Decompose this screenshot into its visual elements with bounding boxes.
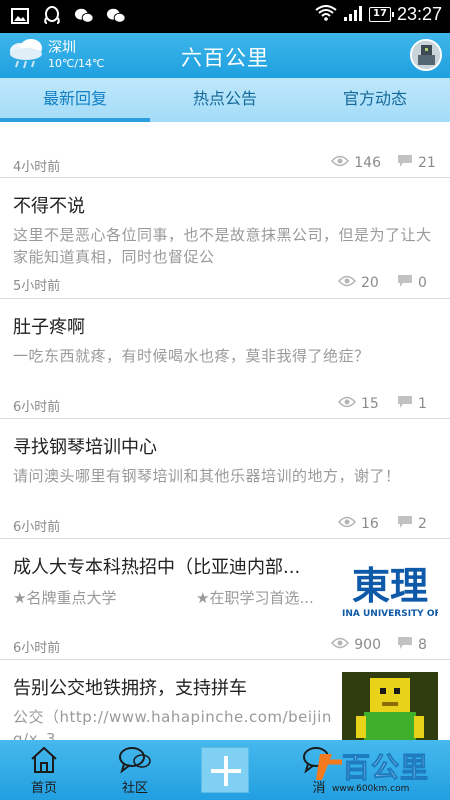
reply-count: 21 (418, 155, 436, 171)
eye-icon (337, 396, 357, 412)
comment-icon (397, 515, 413, 533)
post-title: 告别公交地铁拥挤，支持拼车 (13, 678, 247, 699)
clock: 23:27 (396, 4, 442, 24)
app-header: 深圳 10℃/14℃ 六百公里 (0, 33, 450, 78)
nav-home-label: 首页 (30, 781, 57, 796)
post-time: 6小时前 (13, 400, 61, 415)
thumbnail-caption: INA UNIVERSITY OF S (342, 609, 438, 619)
watermark-url: www.600km.com (332, 784, 410, 794)
post-stats: 146 21 (331, 154, 438, 172)
tab-official-news[interactable]: 官方动态 (300, 78, 450, 122)
system-status: 17 23:27 (315, 4, 442, 25)
qq-icon (42, 6, 62, 26)
plus-icon (211, 756, 241, 790)
list-item[interactable]: 肚子疼啊 一吃东西就疼，有时候喝水也疼，莫非我得了绝症？ 6小时前 15 1 (0, 299, 450, 419)
user-avatar-image (412, 41, 440, 69)
site-watermark: 百公里 www.600km.com (312, 746, 446, 798)
page-title: 六百公里 (181, 46, 269, 70)
post-time: 6小时前 (13, 520, 61, 535)
tab-bar: 最新回复 热点公告 官方动态 (0, 78, 450, 122)
post-time: 6小时前 (13, 641, 61, 656)
post-thumbnail[interactable] (342, 672, 438, 740)
watermark-text: 百公里 (341, 751, 430, 785)
comment-icon (397, 154, 413, 172)
post-time: 4小时前 (13, 160, 61, 175)
post-list[interactable]: 4小时前 146 21 不得不说 这里不是恶心各位同事，也不是故意抹黑公司，但是… (0, 122, 450, 740)
new-post-button[interactable] (201, 747, 249, 793)
post-title: 寻找钢琴培训中心 (13, 437, 157, 458)
battery-icon: 17 (368, 7, 394, 22)
comment-icon (397, 395, 413, 413)
nav-community-label: 社区 (121, 781, 148, 796)
eye-icon (337, 516, 357, 532)
reply-count: 1 (418, 396, 427, 412)
post-stats: 15 1 (337, 395, 438, 413)
eye-icon (337, 275, 357, 291)
view-count: 15 (361, 396, 379, 412)
post-stats: 900 8 (331, 636, 438, 654)
list-item[interactable]: 不得不说 这里不是恶心各位同事，也不是故意抹黑公司，但是为了让大家能知道真相，同… (0, 178, 450, 299)
reply-count: 0 (418, 275, 427, 291)
post-title: 肚子疼啊 (13, 317, 85, 338)
post-summary: 公交（http://www.hahapinche.com/beijing/x_3… (13, 708, 332, 740)
signal-icon (343, 5, 363, 25)
post-summary: 一吃东西就疼，有时候喝水也疼，莫非我得了绝症？ (13, 347, 370, 365)
home-icon (29, 746, 59, 778)
view-count: 16 (361, 516, 379, 532)
thumbnail-logo-text: 東理 (351, 563, 428, 608)
notification-icons (10, 6, 126, 26)
comment-icon (397, 274, 413, 292)
pixel-character-image (342, 672, 438, 740)
post-summary: 请问澳头哪里有钢琴培训和其他乐器培训的地方，谢了！ (13, 467, 401, 485)
list-item[interactable]: 寻找钢琴培训中心 请问澳头哪里有钢琴培训和其他乐器培训的地方，谢了！ 6小时前 … (0, 419, 450, 539)
list-item[interactable]: 4小时前 146 21 (0, 122, 450, 178)
eye-icon (331, 637, 350, 653)
list-item[interactable]: 告别公交地铁拥挤，支持拼车 公交（http://www.hahapinche.c… (0, 660, 450, 740)
list-item[interactable]: 成人大专本科热招中（比亚迪内部... ★名牌重点大学 ★在职学习首选... 東理… (0, 539, 450, 660)
view-count: 900 (354, 637, 381, 653)
gallery-icon (10, 6, 30, 26)
tab-hot-announcements[interactable]: 热点公告 (150, 78, 300, 122)
view-count: 20 (361, 275, 379, 291)
view-count: 146 (354, 155, 381, 171)
post-tag: ★在职学习首选... (196, 589, 314, 607)
reply-count: 2 (418, 516, 427, 532)
comment-icon (397, 636, 413, 654)
post-title: 不得不说 (13, 196, 85, 217)
post-stats: 20 0 (337, 274, 438, 292)
tab-latest-replies[interactable]: 最新回复 (0, 78, 150, 122)
post-time: 5小时前 (13, 279, 61, 294)
post-stats: 16 2 (337, 515, 438, 533)
post-thumbnail[interactable]: 東理 INA UNIVERSITY OF S (342, 551, 438, 627)
post-summary: 这里不是恶心各位同事，也不是故意抹黑公司，但是为了让大家能知道真相，同时也督促公 (13, 226, 432, 266)
nav-community[interactable]: 社区 (100, 740, 170, 800)
status-bar: 17 23:27 (0, 0, 450, 33)
bottom-nav: 首页 社区 消 百公里 www.600km.com (0, 740, 450, 800)
avatar[interactable] (410, 39, 442, 71)
wechat-icon (74, 6, 94, 26)
post-tag: ★名牌重点大学 (13, 589, 117, 607)
wechat-icon (106, 6, 126, 26)
reply-count: 8 (418, 637, 427, 653)
nav-home[interactable]: 首页 (9, 740, 79, 800)
eye-icon (331, 155, 350, 171)
chat-bubbles-icon (118, 746, 152, 778)
post-title: 成人大专本科热招中（比亚迪内部... (13, 557, 301, 578)
wifi-icon (315, 4, 337, 25)
